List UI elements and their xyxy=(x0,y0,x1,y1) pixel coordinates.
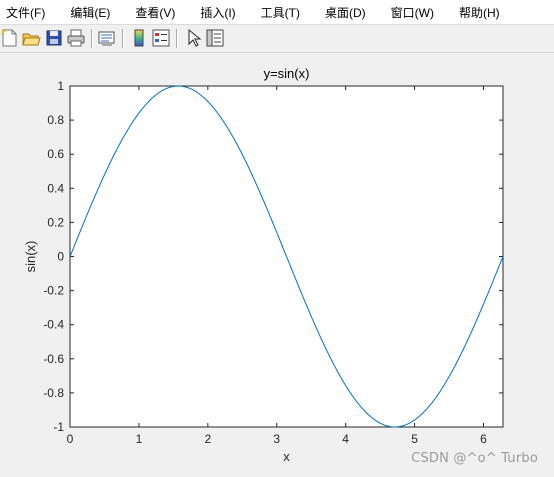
toolbar-separator xyxy=(176,29,178,48)
y-axis-label: sin(x) xyxy=(23,241,38,273)
legend-icon[interactable] xyxy=(151,28,171,48)
y-tick-label: 0 xyxy=(57,250,64,264)
y-tick-label: 0.4 xyxy=(47,181,64,195)
x-tick-label: 2 xyxy=(204,432,211,446)
toolbar-separator xyxy=(91,29,93,48)
x-tick-label: 4 xyxy=(342,432,349,446)
menu-view[interactable]: 查看(V) xyxy=(130,4,175,21)
print-icon[interactable] xyxy=(66,28,86,48)
figure-area: 0 1 2 3 4 5 6 -1 -0.8 -0.6 -0.4 -0.2 0 0.2 0.4 0.6 0.8 1 y… xyxy=(0,53,554,472)
property-inspector-icon[interactable] xyxy=(205,28,225,48)
menu-help[interactable]: 帮助(H) xyxy=(454,4,500,21)
y-tick-label: -1 xyxy=(53,420,64,434)
x-tick-label: 0 xyxy=(67,432,74,446)
colorbar-icon[interactable] xyxy=(129,28,149,48)
menu-insert[interactable]: 插入(I) xyxy=(195,4,235,21)
y-tick-label: 0.2 xyxy=(47,215,64,229)
menu-desktop[interactable]: 桌面(D) xyxy=(320,4,366,21)
link-plot-icon[interactable] xyxy=(97,28,117,48)
menu-bar: 文件(F) 编辑(E) 查看(V) 插入(I) 工具(T) 桌面(D) 窗口(W… xyxy=(0,0,554,25)
sine-plot: 0 1 2 3 4 5 6 -1 -0.8 -0.6 -0.4 -0.2 0 0.2 0.4 0.6 0.8 1 y… xyxy=(0,53,554,472)
x-tick-label: 6 xyxy=(480,432,487,446)
watermark: CSDN @^o^ Turbo xyxy=(411,451,538,466)
menu-file[interactable]: 文件(F) xyxy=(1,4,45,21)
y-tick-label: 0.6 xyxy=(47,147,64,161)
y-tick-label: 1 xyxy=(57,79,64,93)
edit-plot-arrow-icon[interactable] xyxy=(183,28,203,48)
x-axis-label: x xyxy=(283,449,290,464)
menu-edit[interactable]: 编辑(E) xyxy=(65,4,110,21)
menu-window[interactable]: 窗口(W) xyxy=(386,4,434,21)
open-file-icon[interactable] xyxy=(21,28,41,48)
y-tick-label: -0.6 xyxy=(43,352,64,366)
y-tick-label: -0.8 xyxy=(43,386,64,400)
y-tick-label: -0.2 xyxy=(43,284,64,298)
toolbar-separator xyxy=(122,29,124,48)
menu-tools[interactable]: 工具(T) xyxy=(256,4,300,21)
x-tick-label: 1 xyxy=(136,432,143,446)
new-figure-icon[interactable] xyxy=(0,28,20,48)
y-tick-label: 0.8 xyxy=(47,113,64,127)
save-icon[interactable] xyxy=(44,28,64,48)
figure-toolbar xyxy=(0,25,554,53)
chart-title: y=sin(x) xyxy=(264,66,310,81)
x-tick-label: 5 xyxy=(411,432,418,446)
y-tick-label: -0.4 xyxy=(43,318,64,332)
x-tick-label: 3 xyxy=(273,432,280,446)
